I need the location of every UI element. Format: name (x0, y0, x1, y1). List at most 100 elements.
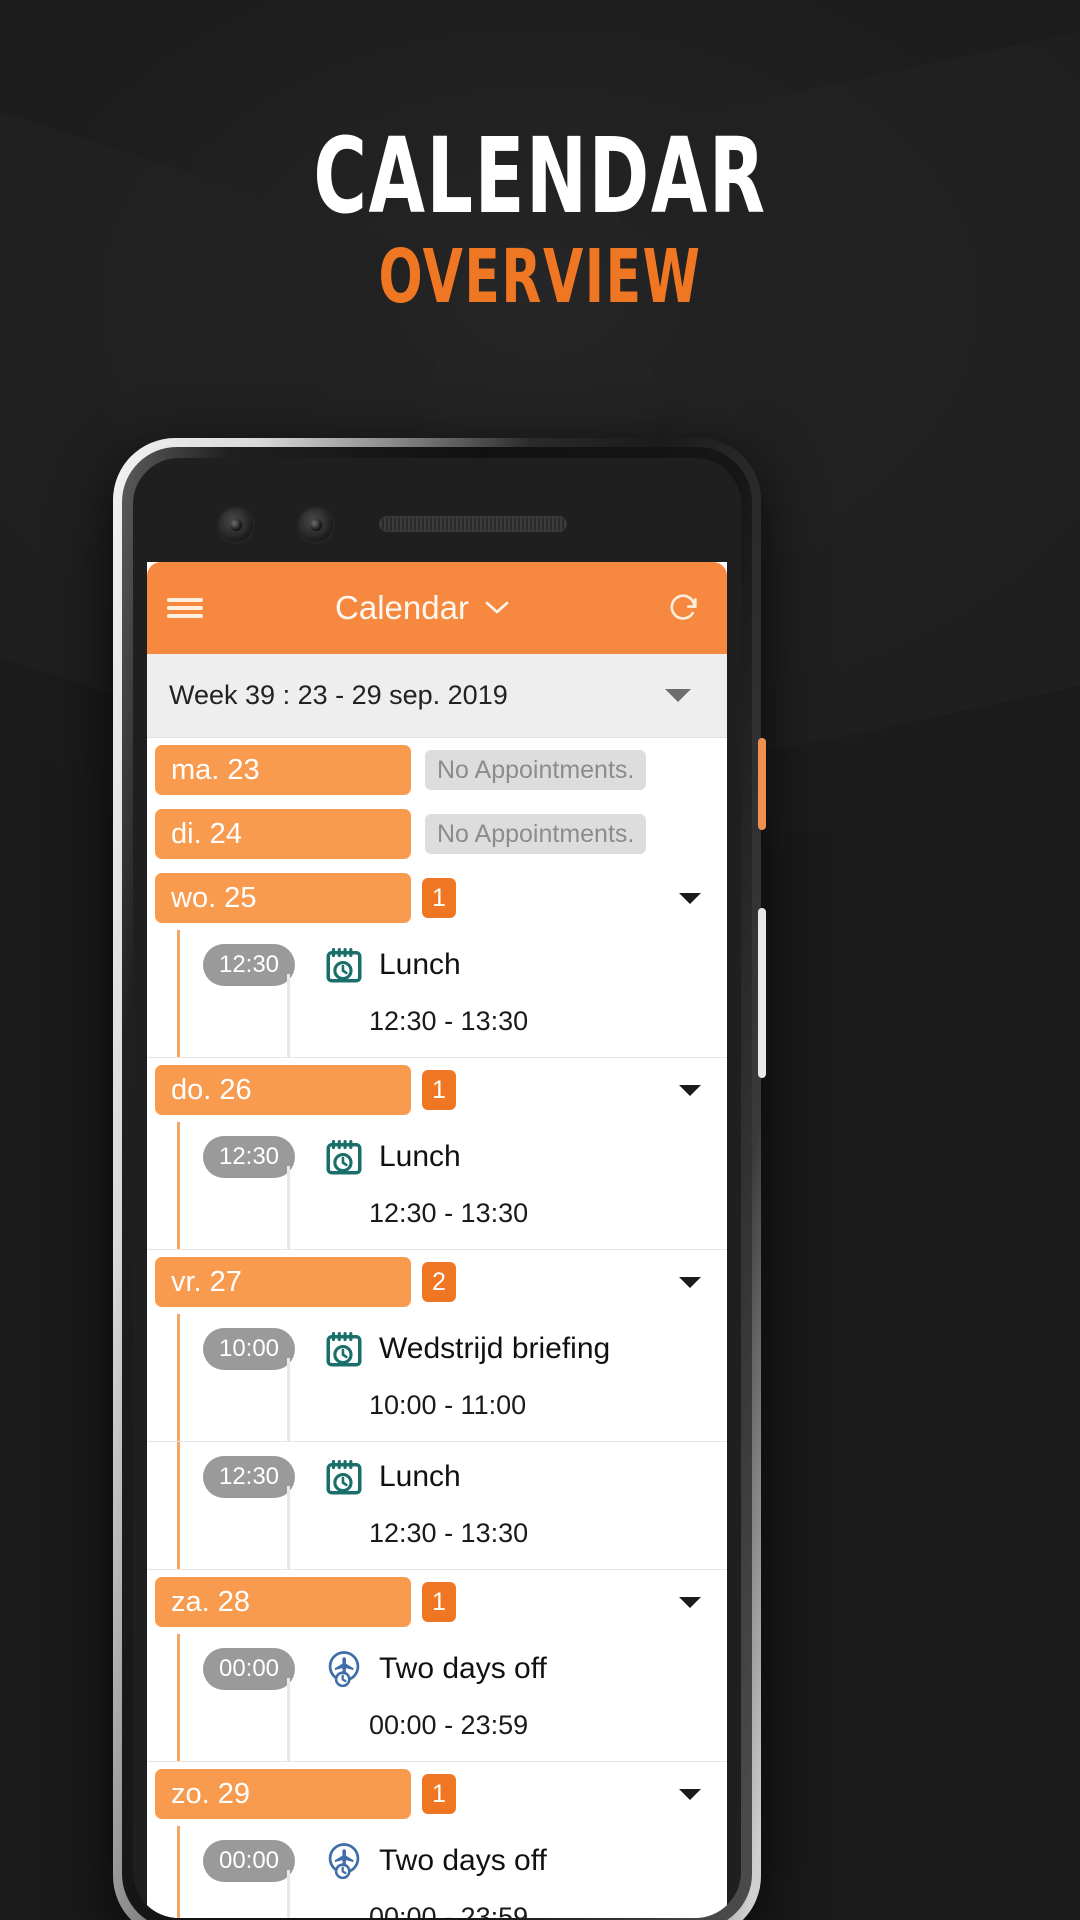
appointment-title: Lunch (379, 948, 461, 981)
timeline-connector (287, 974, 290, 1057)
no-appointments-label: No Appointments. (425, 750, 647, 790)
timeline-connector (287, 1678, 290, 1761)
day-chip[interactable]: zo. 29 (155, 1769, 411, 1819)
appointment-time-pill: 12:30 (203, 1456, 295, 1498)
timeline-connector (287, 1358, 290, 1441)
appointment-time-pill: 12:30 (203, 944, 295, 986)
caret-down-icon[interactable] (665, 689, 691, 702)
day-row[interactable]: zo. 29 1 (147, 1762, 727, 1826)
phone-power-button[interactable] (758, 738, 766, 830)
refresh-icon[interactable] (641, 562, 727, 654)
appointment-header: 10:00 Wedstrijd briefing (177, 1322, 727, 1376)
day-chip[interactable]: za. 28 (155, 1577, 411, 1627)
day-row[interactable]: do. 26 1 (147, 1058, 727, 1122)
timeline-bar (177, 1826, 180, 1918)
appointment-row[interactable]: 10:00 Wedstrijd briefing 10:00 - 11:00 (147, 1314, 727, 1442)
flight-clock-icon (321, 1838, 367, 1884)
appointment-title: Lunch (379, 1460, 461, 1493)
expand-collapse-caret-icon[interactable] (679, 1789, 701, 1800)
expand-collapse-caret-icon[interactable] (679, 1277, 701, 1288)
appointment-count-badge: 1 (422, 1070, 456, 1110)
appointment-header: 00:00 Two days off (177, 1642, 727, 1696)
appointment-time-pill: 10:00 (203, 1328, 295, 1370)
page-title: Calendar (335, 589, 469, 626)
phone-volume-button[interactable] (758, 908, 766, 1078)
appointment-header: 12:30 Lunch (177, 938, 727, 992)
timeline-bar (177, 1314, 180, 1441)
app-bar: Calendar (147, 562, 727, 654)
day-chip[interactable]: vr. 27 (155, 1257, 411, 1307)
day-chip[interactable]: di. 24 (155, 809, 411, 859)
appointment-row[interactable]: 12:30 Lunch 12:30 - 13:30 (147, 1442, 727, 1570)
day-chip[interactable]: wo. 25 (155, 873, 411, 923)
day-block: vr. 27 2 10:00 Wedstrijd briefing 10:00 - 1… (147, 1250, 727, 1570)
appointment-title: Wedstrijd briefing (379, 1332, 611, 1365)
day-block: do. 26 1 12:30 Lunch 12:30 - 13:30 (147, 1058, 727, 1250)
app-bar-title-group[interactable]: Calendar (203, 589, 641, 627)
timeline-connector (287, 1870, 290, 1918)
day-block: di. 24 No Appointments. (147, 802, 727, 866)
appointment-header: 00:00 Two days off (177, 1834, 727, 1888)
menu-bar (167, 606, 203, 610)
appointment-row[interactable]: 12:30 Lunch 12:30 - 13:30 (147, 930, 727, 1058)
timeline-bar (177, 1634, 180, 1761)
day-row[interactable]: di. 24 No Appointments. (147, 802, 727, 866)
day-row[interactable]: vr. 27 2 (147, 1250, 727, 1314)
expand-collapse-caret-icon[interactable] (679, 893, 701, 904)
appointment-header: 12:30 Lunch (177, 1450, 727, 1504)
appointment-title: Two days off (379, 1652, 547, 1685)
chevron-down-icon (485, 601, 509, 615)
phone-mockup: Calendar Week 39: 23 - 29 sep. 2019 ma.… (113, 438, 766, 1920)
day-block: wo. 25 1 12:30 Lunch 12:30 - 13:30 (147, 866, 727, 1058)
earpiece-speaker-icon (379, 516, 567, 532)
week-header[interactable]: Week 39 : 23 - 29 sep. 2019 (147, 654, 727, 738)
appointment-time-pill: 12:30 (203, 1136, 295, 1178)
appointment-count-badge: 1 (422, 1774, 456, 1814)
day-list: ma. 23 No Appointments. di. 24 No Appointme… (147, 738, 727, 1918)
menu-bar (167, 614, 203, 618)
appointment-count-badge: 2 (422, 1262, 456, 1302)
timeline-bar (177, 930, 180, 1057)
flight-clock-icon (321, 1646, 367, 1692)
day-block: za. 28 1 00:00 Two days off 00:00 - 23:59 (147, 1570, 727, 1762)
timeline-bar (177, 1122, 180, 1249)
timeline-connector (287, 1486, 290, 1569)
expand-collapse-caret-icon[interactable] (679, 1597, 701, 1608)
poster-title-main: CALENDAR (313, 115, 767, 237)
appointment-row[interactable]: 00:00 Two days off 00:00 - 23:59 (147, 1826, 727, 1918)
calendar-clock-icon (321, 1134, 367, 1180)
phone-screen: Calendar Week 39: 23 - 29 sep. 2019 ma.… (147, 562, 727, 1918)
day-chip[interactable]: do. 26 (155, 1065, 411, 1115)
appointment-time-range: 12:30 - 13:30 (369, 1198, 529, 1228)
poster: CALENDAR OVERVIEW Calendar Week 39: 23 … (0, 0, 1080, 1920)
appointment-time-pill: 00:00 (203, 1840, 295, 1882)
poster-title-sub: OVERVIEW (378, 233, 702, 320)
phone-sensor-row (133, 494, 741, 554)
appointment-row[interactable]: 00:00 Two days off 00:00 - 23:59 (147, 1634, 727, 1762)
calendar-clock-icon (321, 1326, 367, 1372)
appointment-count-badge: 1 (422, 878, 456, 918)
expand-collapse-caret-icon[interactable] (679, 1085, 701, 1096)
appointment-time-range: 00:00 - 23:59 (369, 1710, 529, 1740)
day-block: ma. 23 No Appointments. (147, 738, 727, 802)
appointment-time-range: 10:00 - 11:00 (369, 1390, 527, 1420)
day-row[interactable]: wo. 25 1 (147, 866, 727, 930)
day-chip[interactable]: ma. 23 (155, 745, 411, 795)
appointment-header: 12:30 Lunch (177, 1130, 727, 1184)
appointment-row[interactable]: 12:30 Lunch 12:30 - 13:30 (147, 1122, 727, 1250)
front-camera-secondary-icon (299, 508, 333, 542)
appointment-time-pill: 00:00 (203, 1648, 295, 1690)
poster-headings: CALENDAR OVERVIEW (0, 115, 1080, 320)
calendar-clock-icon (321, 942, 367, 988)
no-appointments-label: No Appointments. (425, 814, 647, 854)
appointment-count-badge: 1 (422, 1582, 456, 1622)
appointment-title: Two days off (379, 1844, 547, 1877)
front-camera-icon (219, 508, 253, 542)
appointment-time-range: 12:30 - 13:30 (369, 1006, 529, 1036)
week-header-label: Week 39 : 23 - 29 sep. 2019 (169, 680, 508, 710)
appointment-title: Lunch (379, 1140, 461, 1173)
day-row[interactable]: ma. 23 No Appointments. (147, 738, 727, 802)
timeline-connector (287, 1166, 290, 1249)
day-row[interactable]: za. 28 1 (147, 1570, 727, 1634)
timeline-bar (177, 1442, 180, 1569)
